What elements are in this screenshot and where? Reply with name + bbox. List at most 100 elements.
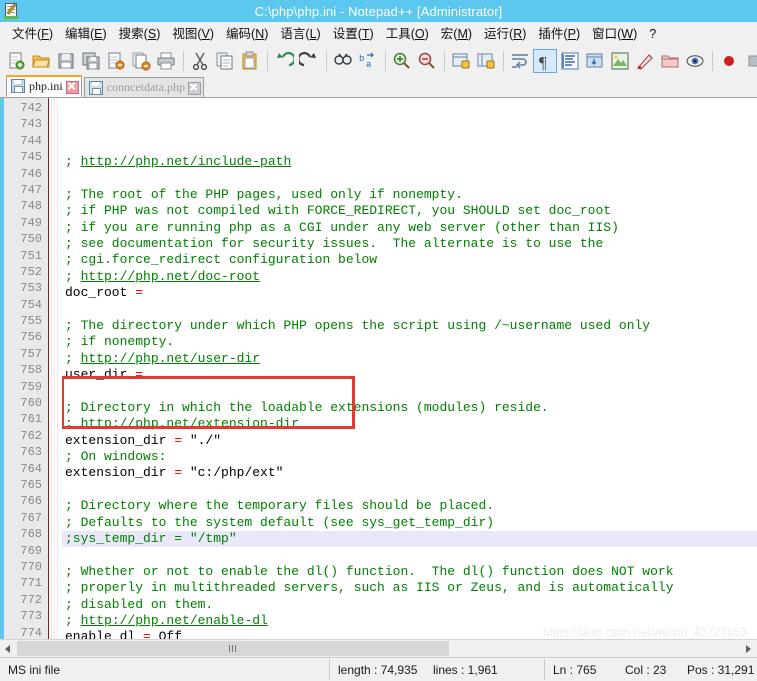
menu-item-macro[interactable]: 宏(M) [435,24,478,44]
menu-item-edit[interactable]: 编辑(E) [59,24,113,44]
line-number: 758 [20,363,42,378]
horizontal-scroll-thumb[interactable] [17,641,449,656]
code-line[interactable]: ; Directory in which the loadable extens… [62,400,757,416]
line-number: 743 [20,117,42,132]
code-line[interactable]: ; properly in multithreaded servers, suc… [62,580,757,596]
code-line[interactable] [62,547,757,563]
status-length: length : 74,935 [338,662,418,677]
editor-area[interactable]: 742 743 744 745 746 747 748 749 750 751 752 753 754 7… [0,98,757,639]
code-token-url: http://php.net/doc-root [80,268,261,284]
code-token-cm: ; Directory in which the loadable extens… [65,399,549,415]
code-line[interactable]: user_dir = [62,367,757,383]
line-number: 753 [20,281,42,296]
menu-item-language[interactable]: 语言(L) [274,24,326,44]
zoom-in-icon[interactable] [390,49,414,73]
code-line[interactable]: ; The root of the PHP pages, used only i… [62,187,757,203]
line-number: 751 [20,248,42,263]
new-icon[interactable] [4,49,28,73]
folder-workspace-icon[interactable] [658,49,682,73]
cut-icon[interactable] [188,49,212,73]
horizontal-scrollbar[interactable] [0,639,757,657]
word-wrap-icon[interactable] [508,49,532,73]
fold-margin[interactable] [48,98,62,639]
code-line[interactable]: doc_root = [62,285,757,301]
code-line[interactable]: ; http://php.net/doc-root [62,269,757,285]
code-token-cm: ; Directory where the temporary files sh… [65,498,495,514]
code-line[interactable]: ;sys_temp_dir = "/tmp" [62,530,757,548]
code-line[interactable]: ; http://php.net/extension-dir [62,416,757,432]
close-all-icon[interactable] [129,49,153,73]
code-line[interactable]: ; Defaults to the system default (see sy… [62,515,757,531]
line-number: 772 [20,592,42,607]
sync-vertical-icon[interactable] [449,49,473,73]
find-icon[interactable] [331,49,355,73]
tab-close-icon[interactable] [65,80,79,94]
scroll-left-icon[interactable] [0,641,17,656]
code-line[interactable] [62,302,757,318]
code-token-cm: ; disabled on them. [65,596,214,612]
horizontal-scroll-track[interactable] [17,641,740,656]
code-line[interactable] [62,482,757,498]
code-text-area[interactable]: ; http://php.net/include-path ; The root… [62,98,757,639]
stop-macro-icon[interactable] [742,49,757,73]
show-all-chars-icon[interactable]: ¶ [533,48,557,73]
menu-item-run[interactable]: 运行(R) [478,24,532,44]
monitor-icon[interactable] [683,49,707,73]
doc-map-icon[interactable] [608,49,632,73]
status-ln: Ln : 765 [553,662,597,677]
toolbar-separator [183,50,184,71]
code-line[interactable]: ; if you are running php as a CGI under … [62,220,757,236]
code-line[interactable]: ; http://php.net/user-dir [62,351,757,367]
code-line[interactable]: enable_dl = Off [62,629,757,639]
code-line[interactable]: ; http://php.net/enable-dl [62,613,757,629]
code-line[interactable]: ; On windows: [62,449,757,465]
save-icon[interactable] [54,49,78,73]
save-all-icon[interactable] [79,49,103,73]
paste-icon[interactable] [238,49,262,73]
code-line[interactable] [62,170,757,186]
menu-item-plugins[interactable]: 插件(P) [532,24,586,44]
print-icon[interactable] [154,49,178,73]
replace-icon[interactable]: ba [356,49,380,73]
code-line[interactable]: ; http://php.net/include-path [62,154,757,170]
redo-icon[interactable] [297,49,321,73]
sync-horizontal-icon[interactable] [474,49,498,73]
scroll-right-icon[interactable] [740,641,757,656]
menu-item-settings[interactable]: 设置(T) [327,24,380,44]
code-line[interactable]: extension_dir = "./" [62,433,757,449]
undo-icon[interactable] [272,49,296,73]
tab-close-icon[interactable] [187,82,201,95]
tab-conncetdata[interactable]: conncetdata.php [83,77,204,97]
udl-dialog-icon[interactable] [583,49,607,73]
menu-item-search[interactable]: 搜索(S) [113,24,167,44]
menu-item-tools[interactable]: 工具(O) [380,24,435,44]
tab-php-ini[interactable]: php.ini [6,75,82,97]
code-line[interactable]: ; cgi.force_redirect configuration below [62,252,757,268]
toolbar-separator [712,50,713,71]
menu-item-view[interactable]: 视图(V) [166,24,220,44]
code-line[interactable]: ; if nonempty. [62,334,757,350]
code-line[interactable]: ; The directory under which PHP opens th… [62,318,757,334]
menu-item-help[interactable]: ? [643,24,662,44]
line-number: 761 [20,412,42,427]
close-icon[interactable] [104,49,128,73]
line-number: 767 [20,510,42,525]
code-line[interactable]: extension_dir = "c:/php/ext" [62,465,757,481]
record-macro-icon[interactable] [717,49,741,73]
line-number: 744 [20,133,42,148]
copy-icon[interactable] [213,49,237,73]
code-line[interactable]: ; see documentation for security issues.… [62,236,757,252]
indent-guide-icon[interactable] [558,49,582,73]
zoom-out-icon[interactable] [415,49,439,73]
code-line[interactable] [62,383,757,399]
menu-item-window[interactable]: 窗口(W) [586,24,643,44]
code-line[interactable]: ; Directory where the temporary files sh… [62,498,757,514]
menu-item-file[interactable]: 文件(F) [6,24,59,44]
open-icon[interactable] [29,49,53,73]
menu-item-encoding[interactable]: 编码(N) [220,24,274,44]
code-line[interactable]: ; Whether or not to enable the dl() func… [62,564,757,580]
code-token-kw: doc_root [65,285,136,301]
code-line[interactable]: ; if PHP was not compiled with FORCE_RED… [62,203,757,219]
code-line[interactable]: ; disabled on them. [62,597,757,613]
function-list-icon[interactable] [633,49,657,73]
